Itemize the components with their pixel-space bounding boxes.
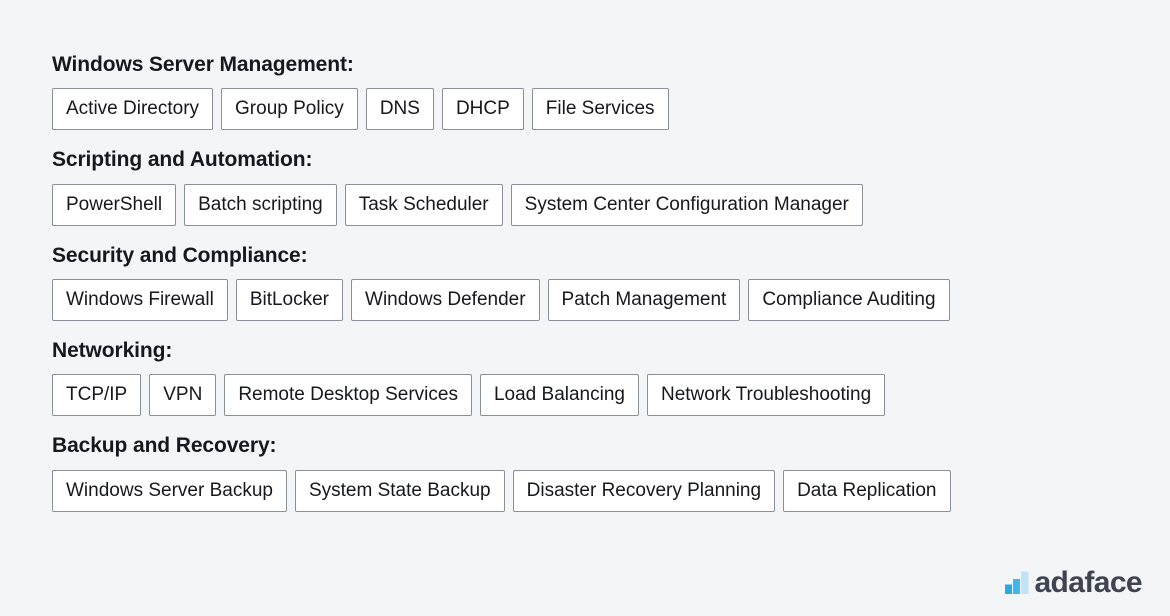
section-heading: Networking: [52,339,173,363]
skill-tag[interactable]: Windows Defender [351,278,540,322]
skill-tag[interactable]: File Services [531,88,669,131]
adaface-logo: adaface [1004,566,1143,599]
skill-tag[interactable]: System Center Configuration Manager [510,183,863,226]
skill-tag[interactable]: Disaster Recovery Planning [512,469,776,512]
skill-tag[interactable]: Load Balancing [479,374,639,417]
skill-tag[interactable]: System State Backup [294,469,505,512]
skill-tag[interactable]: BitLocker [235,278,344,322]
tag-row: PowerShell Batch scripting Task Schedule… [52,183,1170,226]
skill-tag[interactable]: PowerShell [52,183,177,226]
sections-container: Windows Server Management: Active Direct… [52,52,1170,512]
skill-tag[interactable]: Patch Management [547,278,741,322]
tag-row: TCP/IP VPN Remote Desktop Services Load … [52,374,1170,417]
skill-tag[interactable]: Windows Firewall [52,278,228,322]
skill-tag[interactable]: TCP/IP [52,374,142,417]
skills-overview-page: Windows Server Management: Active Direct… [0,0,1170,616]
bar-chart-icon [1005,571,1029,594]
skill-tag[interactable]: Network Troubleshooting [646,374,886,417]
skill-tag[interactable]: Task Scheduler [344,183,503,226]
tag-row: Windows Server Backup System State Backu… [52,469,1170,512]
section-heading: Scripting and Automation: [52,148,313,172]
skill-tag[interactable]: Remote Desktop Services [224,374,472,417]
skill-tag[interactable]: Data Replication [783,469,951,512]
section-heading: Backup and Recovery: [52,434,277,458]
section-networking: Networking: TCP/IP VPN Remote Desktop Se… [52,338,1170,417]
skill-tag[interactable]: Active Directory [52,88,214,131]
skill-tag[interactable]: DNS [365,88,434,131]
skill-tag[interactable]: Compliance Auditing [748,278,950,322]
section-heading: Security and Compliance: [52,243,308,267]
section-heading: Windows Server Management: [52,53,354,76]
section-windows-server-management: Windows Server Management: Active Direct… [52,52,1170,131]
section-scripting-and-automation: Scripting and Automation: PowerShell Bat… [52,147,1170,226]
skill-tag[interactable]: VPN [149,374,217,417]
adaface-wordmark: adaface [1034,566,1142,599]
skill-tag[interactable]: Group Policy [221,88,358,131]
tag-row: Windows Firewall BitLocker Windows Defen… [52,278,1170,322]
skill-tag[interactable]: DHCP [441,88,524,131]
tag-row: Active Directory Group Policy DNS DHCP F… [52,88,1170,131]
skill-tag[interactable]: Batch scripting [184,183,337,226]
section-security-and-compliance: Security and Compliance: Windows Firewal… [52,243,1170,322]
section-backup-and-recovery: Backup and Recovery: Windows Server Back… [52,433,1170,512]
skill-tag[interactable]: Windows Server Backup [52,469,287,512]
